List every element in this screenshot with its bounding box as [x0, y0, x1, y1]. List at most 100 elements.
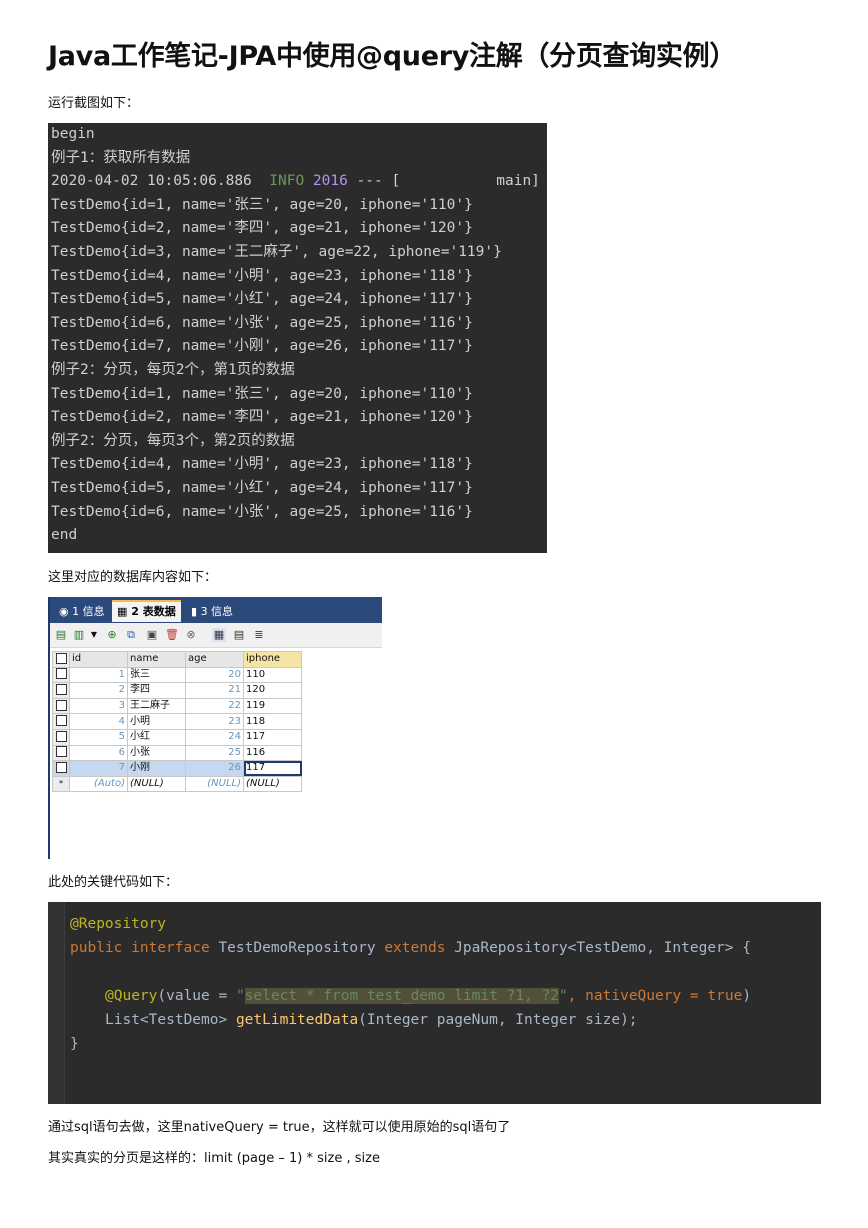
delete-icon[interactable]: 🗑	[165, 628, 179, 642]
add-row-icon[interactable]: ⊕	[105, 628, 119, 642]
row-checkbox[interactable]	[52, 713, 70, 730]
grid-export-icon[interactable]: ▤	[54, 628, 68, 642]
table-cell-id[interactable]: 3	[69, 697, 128, 715]
table-cell-iphone[interactable]: 118	[243, 713, 302, 730]
table-cell-id[interactable]: 7	[69, 760, 128, 777]
import-icon[interactable]: ▥	[72, 628, 86, 642]
table-cell-age[interactable]: 25	[185, 744, 244, 762]
row-checkbox[interactable]	[52, 666, 70, 684]
chevron-down-icon[interactable]: ▼	[87, 628, 101, 642]
data-grid: id name age iphone 1 张三 20 110 2 李四 21 120 3 王二麻子…	[52, 651, 302, 793]
row-checkbox[interactable]	[52, 697, 70, 715]
db-toolbar: ▤ ▥ ▼ ⊕ ⧉ ▣ 🗑 ⊗ ▦ ▤ ≣	[50, 623, 382, 648]
table-cell-iphone[interactable]: 119	[243, 697, 302, 715]
console-line: TestDemo{id=1, name='张三', age=20, iphone…	[51, 385, 473, 402]
tab-info-3[interactable]: ▮ 3 信息	[186, 602, 238, 622]
sql-highlight: select * from test_demo limit ?1, ?2	[244, 988, 559, 1004]
table-row[interactable]: 4 小明 23 118	[52, 713, 302, 730]
tab-table-data[interactable]: ▦ 2 表数据	[112, 600, 181, 622]
table-cell-id[interactable]: (Auto)	[69, 775, 128, 793]
table-row[interactable]: 3 王二麻子 22 119	[52, 697, 302, 715]
table-row[interactable]: 1 张三 20 110	[52, 666, 302, 684]
code-line: }	[70, 1036, 79, 1052]
new-row-marker[interactable]: *	[52, 775, 70, 793]
table-cell-age[interactable]: 22	[185, 697, 244, 715]
table-icon: ▦	[117, 605, 132, 618]
table-row[interactable]: 2 李四 21 120	[52, 682, 302, 699]
row-checkbox[interactable]	[52, 744, 70, 762]
select-all-checkbox[interactable]	[52, 651, 70, 668]
console-line: TestDemo{id=1, name='张三', age=20, iphone…	[51, 196, 473, 213]
copy-row-icon[interactable]: ⧉	[124, 628, 138, 642]
text-view-icon[interactable]: ≣	[252, 628, 266, 642]
console-line: TestDemo{id=3, name='王二麻子', age=22, ipho…	[51, 244, 502, 260]
table-cell-name[interactable]: 小明	[127, 713, 186, 730]
table-cell-id[interactable]: 4	[69, 713, 128, 730]
table-cell-id[interactable]: 2	[69, 682, 128, 699]
table-cell-age[interactable]: 23	[185, 713, 244, 730]
console-line: TestDemo{id=4, name='小明', age=23, iphone…	[51, 267, 473, 284]
console-line: begin	[51, 126, 95, 142]
save-icon[interactable]: ▣	[145, 628, 159, 642]
new-row[interactable]: * (Auto) (NULL) (NULL) (NULL)	[52, 775, 302, 793]
grid-header: id name age iphone	[52, 651, 302, 668]
console-line: 例子2：分页，每页2个，第1页的数据	[51, 362, 295, 378]
grid-view-icon[interactable]: ▦	[212, 628, 226, 642]
table-cell-name[interactable]: 小刚	[127, 760, 186, 777]
console-line: 2020-04-02 10:05:06.886 INFO 2016 --- [ …	[51, 173, 540, 190]
console-line: TestDemo{id=7, name='小刚', age=26, iphone…	[51, 338, 473, 355]
code-intro-text: 此处的关键代码如下：	[48, 875, 179, 890]
table-cell-id[interactable]: 5	[69, 728, 128, 746]
console-line: TestDemo{id=6, name='小张', age=25, iphone…	[51, 314, 473, 331]
tab-info-1[interactable]: ◉ 1 信息	[54, 602, 110, 622]
console-line: TestDemo{id=4, name='小明', age=23, iphone…	[51, 456, 473, 473]
console-line: TestDemo{id=6, name='小张', age=25, iphone…	[51, 503, 473, 520]
table-cell-iphone[interactable]: 110	[243, 666, 302, 684]
form-view-icon[interactable]: ▤	[232, 628, 246, 642]
table-cell-iphone[interactable]: 117	[243, 760, 302, 777]
table-cell-age[interactable]: 24	[185, 728, 244, 746]
code-line: @Repository	[70, 916, 167, 932]
info-icon: ◉	[59, 605, 73, 618]
console-line: 例子2：分页，每页3个，第2页的数据	[51, 432, 295, 449]
db-intro-text: 这里对应的数据库内容如下：	[48, 570, 218, 585]
table-cell-name[interactable]: (NULL)	[127, 775, 186, 793]
chart-icon: ▮	[191, 605, 201, 618]
table-cell-age[interactable]: 21	[185, 682, 244, 699]
column-header-id[interactable]: id	[69, 651, 128, 668]
intro-text: 运行截图如下：	[48, 96, 140, 111]
table-cell-age[interactable]: 26	[185, 760, 244, 777]
table-cell-name[interactable]: 王二麻子	[127, 697, 186, 715]
table-cell-iphone[interactable]: (NULL)	[243, 775, 302, 793]
column-header-age[interactable]: age	[185, 651, 244, 668]
console-line: TestDemo{id=2, name='李四', age=21, iphone…	[51, 409, 473, 426]
table-cell-id[interactable]: 1	[69, 666, 128, 684]
cancel-icon[interactable]: ⊗	[184, 628, 198, 642]
table-cell-iphone[interactable]: 120	[243, 682, 302, 699]
table-cell-name[interactable]: 张三	[127, 666, 186, 684]
table-cell-iphone[interactable]: 116	[243, 744, 302, 762]
table-cell-name[interactable]: 小红	[127, 728, 186, 746]
row-checkbox[interactable]	[52, 728, 70, 746]
table-cell-name[interactable]: 李四	[127, 682, 186, 699]
row-checkbox[interactable]	[52, 682, 70, 699]
db-tab-bar: ◉ 1 信息 ▦ 2 表数据 ▮ 3 信息	[50, 597, 382, 623]
table-cell-age[interactable]: (NULL)	[185, 775, 244, 793]
code-line: @Query(value = "select * from test_demo …	[105, 988, 752, 1004]
table-cell-age[interactable]: 20	[185, 666, 244, 684]
console-line: TestDemo{id=5, name='小红', age=24, iphone…	[51, 480, 473, 496]
code-line: List<TestDemo> getLimitedData(Integer pa…	[105, 1012, 638, 1028]
code-gutter	[48, 902, 65, 1104]
column-header-iphone[interactable]: iphone	[243, 651, 302, 668]
console-line: end	[51, 527, 78, 544]
table-row[interactable]: 5 小红 24 117	[52, 728, 302, 746]
row-checkbox[interactable]	[52, 760, 70, 777]
column-header-name[interactable]: name	[127, 651, 186, 668]
table-cell-id[interactable]: 6	[69, 744, 128, 762]
table-cell-iphone[interactable]: 117	[243, 728, 302, 746]
console-line: TestDemo{id=2, name='李四', age=21, iphone…	[51, 220, 473, 237]
table-row[interactable]: 6 小张 25 116	[52, 744, 302, 762]
table-cell-name[interactable]: 小张	[127, 744, 186, 762]
code-line: public interface TestDemoRepository exte…	[70, 940, 751, 956]
table-row[interactable]: 7 小刚 26 117	[52, 760, 302, 777]
